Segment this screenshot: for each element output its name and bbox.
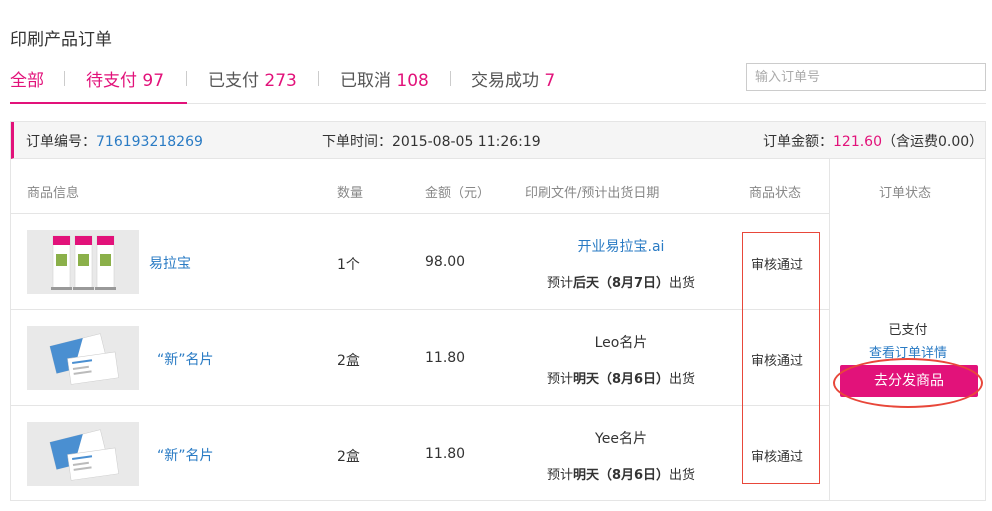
ship-prefix: 预计 xyxy=(546,372,573,387)
order-number: 订单编号：716193218269 xyxy=(26,131,203,151)
tab-label: 已支付 xyxy=(208,71,259,91)
tab-divider xyxy=(64,71,65,86)
ship-prefix: 预计 xyxy=(546,276,573,291)
rollup-banner-thumbnail[interactable] xyxy=(27,230,139,294)
tab-label: 全部 xyxy=(10,71,44,91)
tab-pending-payment[interactable]: 待支付 97 xyxy=(86,66,164,91)
order-number-label: 订单编号： xyxy=(26,134,96,150)
print-file-link[interactable]: 开业易拉宝.ai xyxy=(511,236,731,256)
table-row: “新”名片 2盒 11.80 Yee名片 预计明天（8月6日）出货 审核通过 xyxy=(11,406,829,502)
tab-paid[interactable]: 已支付 273 xyxy=(208,66,297,91)
ship-day: 明天（8月6日） xyxy=(572,372,670,387)
tab-count: 108 xyxy=(396,71,429,91)
item-quantity: 1个 xyxy=(337,257,360,273)
table-row: “新”名片 2盒 11.80 Leo名片 预计明天（8月6日）出货 审核通过 xyxy=(11,310,829,406)
product-name-link[interactable]: “新”名片 xyxy=(157,445,214,465)
tab-count: 7 xyxy=(544,71,556,91)
tab-divider xyxy=(318,71,319,86)
tab-label: 待支付 xyxy=(86,71,137,91)
tab-label: 交易成功 xyxy=(471,71,539,91)
ship-date: 预计明天（8月6日）出货 xyxy=(511,464,731,483)
column-header-file: 印刷文件/预计出货日期 xyxy=(525,186,660,201)
ship-date: 预计后天（8月7日）出货 xyxy=(511,272,731,291)
page-title: 印刷产品订单 xyxy=(10,30,112,50)
tab-count: 273 xyxy=(264,71,297,91)
order-time-value: 2015-08-05 11:26:19 xyxy=(392,134,541,150)
tab-all[interactable]: 全部 xyxy=(10,66,44,91)
order-amount: 订单金额：121.60（含运费0.00） xyxy=(763,131,983,151)
tab-label: 已取消 xyxy=(340,71,391,91)
item-quantity: 2盒 xyxy=(337,353,360,369)
product-name-link[interactable]: “新”名片 xyxy=(157,349,214,369)
order-header: 订单编号：716193218269 下单时间：2015-08-05 11:26:… xyxy=(11,122,985,159)
tab-count: 97 xyxy=(142,71,165,91)
item-price: 11.80 xyxy=(425,446,466,462)
order-card: 订单编号：716193218269 下单时间：2015-08-05 11:26:… xyxy=(10,121,986,501)
ship-suffix: 出货 xyxy=(669,372,696,387)
business-card-thumbnail[interactable] xyxy=(27,326,139,390)
distribute-products-button[interactable]: 去分发商品 xyxy=(840,365,978,397)
ship-suffix: 出货 xyxy=(669,276,696,291)
order-status-column: 已支付 查看订单详情 去分发商品 xyxy=(829,159,985,500)
column-header-item-status: 商品状态 xyxy=(749,186,802,201)
order-amount-note: （含运费0.00） xyxy=(882,134,984,150)
table-row: 易拉宝 1个 98.00 开业易拉宝.ai 预计后天（8月7日）出货 审核通过 xyxy=(11,214,829,310)
tab-cancelled[interactable]: 已取消 108 xyxy=(340,66,429,91)
tab-divider xyxy=(186,71,187,86)
item-quantity: 2盒 xyxy=(337,449,360,465)
column-header-amount: 金额（元） xyxy=(425,186,491,201)
order-time: 下单时间：2015-08-05 11:26:19 xyxy=(322,131,541,151)
item-price: 11.80 xyxy=(425,350,466,366)
order-number-search-input[interactable] xyxy=(746,63,986,91)
order-time-label: 下单时间： xyxy=(322,134,392,150)
business-card-thumbnail[interactable] xyxy=(27,422,139,486)
tab-completed[interactable]: 交易成功 7 xyxy=(471,66,555,91)
order-number-link[interactable]: 716193218269 xyxy=(96,134,203,150)
order-status-paid: 已支付 xyxy=(888,323,928,338)
print-file-name: Yee名片 xyxy=(595,431,647,447)
item-price: 98.00 xyxy=(425,254,466,270)
product-name-link[interactable]: 易拉宝 xyxy=(149,253,191,273)
item-status-highlight-box xyxy=(742,232,820,484)
tab-divider xyxy=(450,71,451,86)
view-order-details-link[interactable]: 查看订单详情 xyxy=(830,342,986,361)
order-amount-label: 订单金额： xyxy=(763,134,833,150)
column-header-product: 商品信息 xyxy=(27,186,80,201)
ship-prefix: 预计 xyxy=(546,468,573,483)
print-file-name: Leo名片 xyxy=(594,335,648,351)
active-tab-indicator xyxy=(10,102,187,104)
column-header-qty: 数量 xyxy=(337,186,364,201)
ship-date: 预计明天（8月6日）出货 xyxy=(511,368,731,387)
ship-suffix: 出货 xyxy=(669,468,696,483)
order-amount-value: 121.60 xyxy=(833,134,882,150)
ship-day: 后天（8月7日） xyxy=(572,276,670,291)
ship-day: 明天（8月6日） xyxy=(572,468,670,483)
